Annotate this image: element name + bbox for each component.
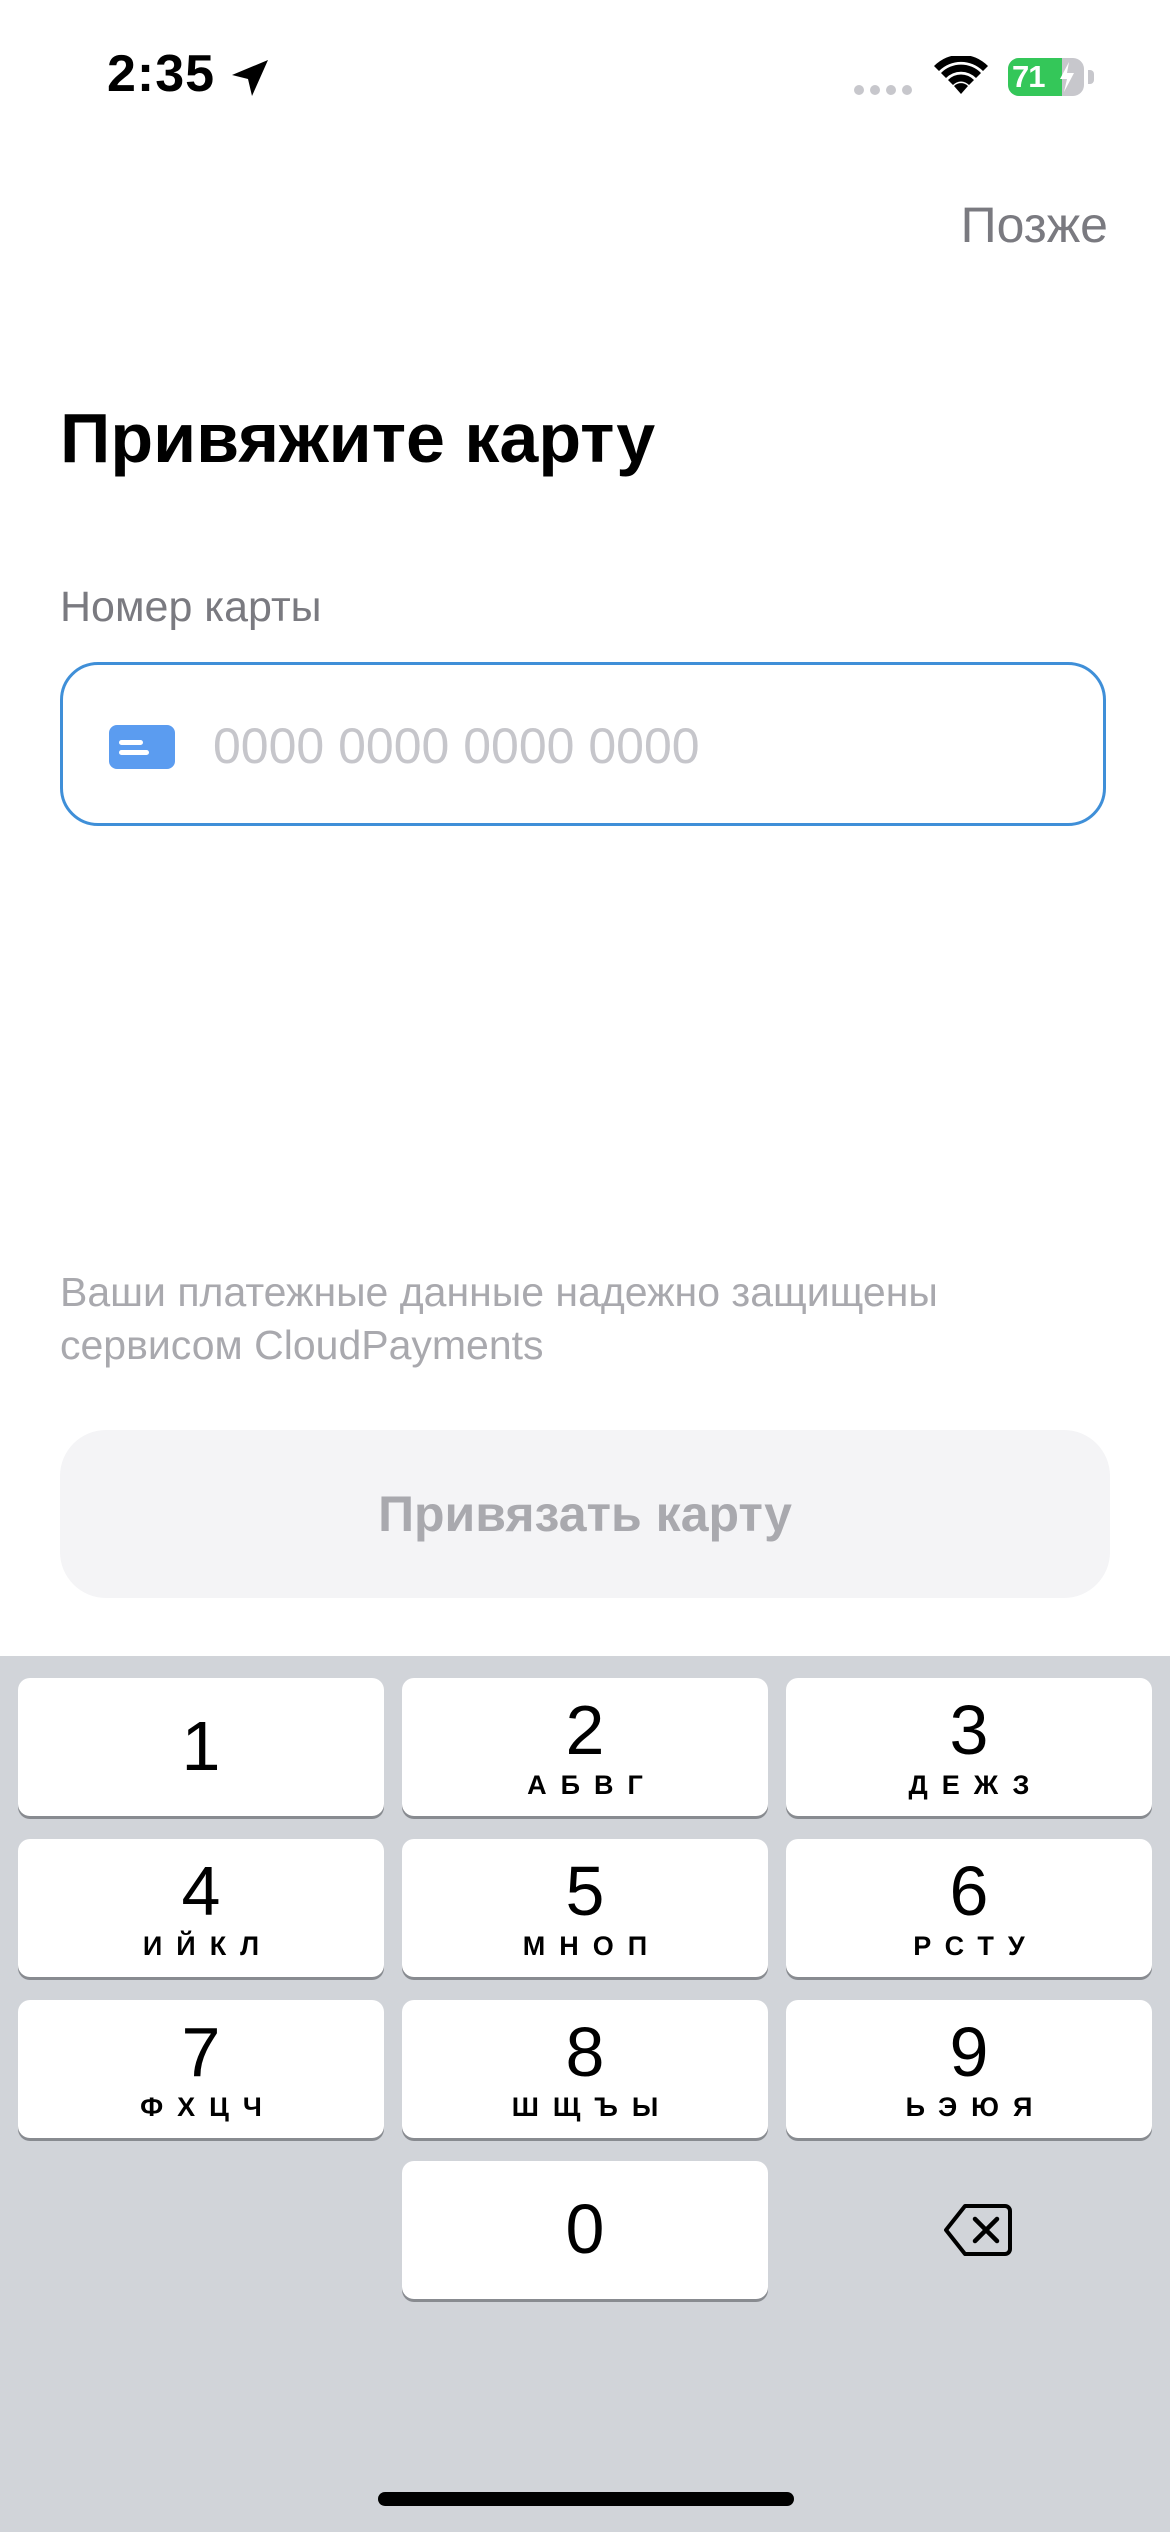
- delete-key[interactable]: [786, 2160, 1156, 2298]
- key-letters: РСТУ: [913, 1931, 1039, 1961]
- card-number-input[interactable]: [213, 691, 1073, 801]
- key-letters: ШЩЪЫ: [511, 2092, 673, 2122]
- key-3[interactable]: 3 ДЕЖЗ: [786, 1678, 1152, 1816]
- key-1[interactable]: 1: [18, 1678, 384, 1816]
- key-letters: ЬЭЮЯ: [905, 2092, 1047, 2122]
- status-time: 2:35: [107, 45, 216, 103]
- bolt-icon: [1060, 62, 1074, 92]
- location-arrow-icon: [232, 60, 268, 96]
- key-letters: МНОП: [522, 1931, 662, 1961]
- security-note: Ваши платежные данные надежно защищены с…: [60, 1269, 938, 1368]
- key-digit: 1: [181, 1707, 221, 1785]
- key-digit: 4: [181, 1852, 221, 1930]
- key-digit: 6: [949, 1852, 989, 1930]
- key-6[interactable]: 6 РСТУ: [786, 1839, 1152, 1977]
- key-digit: 8: [565, 2013, 605, 2091]
- card-number-label: Номер карты: [60, 583, 322, 631]
- key-8[interactable]: 8 ШЩЪЫ: [402, 2000, 768, 2138]
- battery-body: 71: [1008, 58, 1084, 96]
- key-letters: АБВГ: [527, 1770, 657, 1800]
- key-digit: 5: [565, 1852, 605, 1930]
- battery-cap: [1088, 70, 1094, 84]
- key-digit: 2: [565, 1691, 605, 1769]
- wifi-icon: [934, 56, 988, 94]
- battery-charging-icon: 71: [1008, 58, 1094, 96]
- key-digit: 3: [949, 1691, 989, 1769]
- card-number-field[interactable]: [60, 662, 1106, 826]
- key-0[interactable]: 0: [402, 2161, 768, 2299]
- backspace-icon: [944, 2204, 1012, 2256]
- credit-card-icon: [109, 725, 175, 769]
- card-binding-screen: 2:35 71 Позже Привяжите карту Номер карт…: [0, 0, 1170, 2532]
- key-2[interactable]: 2 АБВГ: [402, 1678, 768, 1816]
- key-letters: ФХЦЧ: [140, 2092, 276, 2122]
- key-5[interactable]: 5 МНОП: [402, 1839, 768, 1977]
- page-title: Привяжите карту: [60, 399, 656, 477]
- cellular-signal-icon: [854, 85, 912, 95]
- home-indicator[interactable]: [378, 2492, 794, 2506]
- battery-level: 71: [1012, 59, 1045, 94]
- key-letters: ДЕЖЗ: [908, 1770, 1044, 1800]
- key-7[interactable]: 7 ФХЦЧ: [18, 2000, 384, 2138]
- key-digit: 0: [565, 2190, 605, 2268]
- bind-card-button[interactable]: Привязать карту: [60, 1430, 1110, 1598]
- key-letters: ИЙКЛ: [142, 1931, 274, 1961]
- key-digit: 7: [181, 2013, 221, 2091]
- key-digit: 9: [949, 2013, 989, 2091]
- status-bar: 2:35 71: [0, 0, 1170, 150]
- key-9[interactable]: 9 ЬЭЮЯ: [786, 2000, 1152, 2138]
- key-4[interactable]: 4 ИЙКЛ: [18, 1839, 384, 1977]
- later-button[interactable]: Позже: [961, 196, 1108, 254]
